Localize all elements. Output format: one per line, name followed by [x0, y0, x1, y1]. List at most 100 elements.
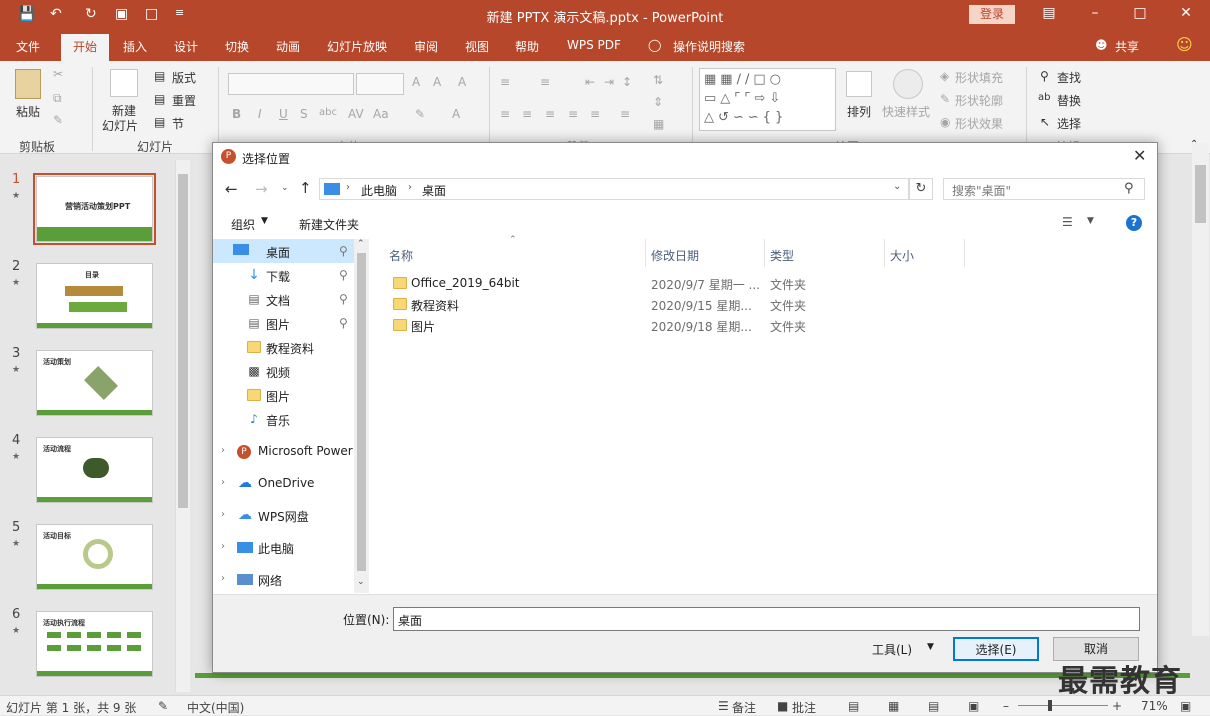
search-input[interactable]: 搜索"桌面" ⚲ [943, 178, 1145, 200]
cut-icon[interactable]: ✂ [53, 67, 63, 81]
nav-item-onedrive[interactable]: OneDrive [258, 476, 314, 490]
language-status[interactable]: 中文(中国) [187, 699, 244, 716]
columns-icon[interactable]: ≡ [590, 107, 600, 121]
justify-icon[interactable]: ≡ [568, 107, 578, 121]
new-folder-button[interactable]: 新建文件夹 [299, 216, 359, 233]
tab-help[interactable]: 帮助 [515, 38, 539, 55]
tab-wps-pdf[interactable]: WPS PDF [567, 38, 621, 52]
shape-effects-button[interactable]: 形状效果 [955, 115, 1003, 132]
nav-item-music[interactable]: 音乐 [266, 412, 290, 429]
login-button[interactable]: 登录 [969, 5, 1015, 24]
expand-icon[interactable]: › [221, 445, 225, 456]
zoom-in-icon[interactable]: + [1112, 699, 1122, 713]
view-dropdown-icon[interactable]: ▼ [1087, 216, 1094, 226]
tab-design[interactable]: 设计 [174, 38, 198, 55]
slideshow-icon[interactable]: ▣ [968, 699, 979, 713]
highlight-icon[interactable]: ✎ [415, 107, 425, 121]
ribbon-display-icon[interactable]: ▤ [1039, 5, 1059, 21]
font-size-select[interactable] [356, 73, 404, 95]
numbering-icon[interactable]: ≡ [540, 75, 550, 89]
scroll-thumb[interactable] [178, 174, 188, 508]
nav-item-documents[interactable]: 文档 [266, 292, 290, 309]
table-row[interactable]: 教程资料 2020/9/15 星期... 文件夹 [369, 294, 969, 314]
nav-scrollbar[interactable]: ⌃ ⌄ [354, 239, 369, 593]
align-left-icon[interactable]: ≡ [500, 107, 510, 121]
tab-view[interactable]: 视图 [465, 38, 489, 55]
editor-scrollbar[interactable] [1192, 143, 1209, 636]
spellcheck-icon[interactable]: ✎ [158, 699, 168, 713]
expand-icon[interactable]: › [221, 477, 225, 488]
decrease-indent-icon[interactable]: ⇤ [585, 75, 595, 89]
location-input[interactable]: 桌面 [393, 607, 1140, 631]
bold-icon[interactable]: B [232, 107, 241, 121]
increase-font-icon[interactable]: A [412, 75, 420, 89]
tab-review[interactable]: 审阅 [414, 38, 438, 55]
shadow-icon[interactable]: S [300, 107, 308, 121]
nav-item-downloads[interactable]: 下载 [266, 268, 290, 285]
shape-outline-button[interactable]: 形状轮廓 [955, 92, 1003, 109]
tab-transitions[interactable]: 切换 [225, 38, 249, 55]
replace-button[interactable]: 替换 [1057, 92, 1081, 109]
scroll-thumb[interactable] [357, 253, 366, 571]
column-header-type[interactable]: 类型 [770, 247, 794, 264]
italic-icon[interactable]: I [258, 107, 262, 121]
arrange-icon[interactable] [846, 71, 872, 97]
recent-dropdown-icon[interactable]: ⌄ [281, 183, 289, 193]
tab-file[interactable]: 文件 [16, 38, 40, 55]
change-case-icon[interactable]: Aa [373, 107, 389, 121]
slide-thumbnail[interactable]: 营销活动策划PPT [36, 176, 153, 242]
nav-item-this-pc[interactable]: 此电脑 [258, 540, 294, 557]
shapes-gallery[interactable]: ▦▦∕∕□○ ▭△⌜⌜⇨⇩ △↺∽∽{} [699, 68, 836, 131]
back-icon[interactable]: ← [225, 180, 238, 198]
view-options-icon[interactable]: ☰ [1062, 215, 1073, 229]
zoom-thumb[interactable] [1048, 700, 1052, 711]
font-color-icon[interactable]: A [452, 107, 460, 121]
slide-thumbnail[interactable]: 目录 [36, 263, 153, 329]
nav-item-ms-powerpoint[interactable]: Microsoft Power [258, 444, 353, 458]
nav-item-network[interactable]: 网络 [258, 572, 282, 589]
quick-styles-icon[interactable] [893, 69, 923, 99]
tab-slideshow[interactable]: 幻灯片放映 [327, 38, 387, 55]
tab-insert[interactable]: 插入 [123, 38, 147, 55]
new-slide-label-2[interactable]: 幻灯片 [102, 117, 138, 134]
close-icon[interactable]: ✕ [1176, 5, 1196, 21]
font-name-select[interactable] [228, 73, 354, 95]
expand-icon[interactable]: › [221, 573, 225, 584]
minimize-icon[interactable]: – [1085, 5, 1105, 21]
char-spacing-icon[interactable]: AV [348, 107, 364, 121]
address-bar[interactable]: › 此电脑 › 桌面 ⌄ [319, 178, 909, 200]
refresh-icon[interactable]: ↻ [909, 178, 933, 200]
smiley-icon[interactable]: ☺ [1176, 35, 1193, 54]
slide-sorter-icon[interactable]: ▦ [888, 699, 899, 713]
organize-button[interactable]: 组织 [231, 216, 255, 233]
tools-button[interactable]: 工具(L) [872, 641, 912, 658]
help-icon[interactable]: ? [1126, 215, 1142, 231]
share-button[interactable]: 共享 [1115, 38, 1139, 55]
line-spacing-icon[interactable]: ↕ [622, 75, 632, 89]
tab-animations[interactable]: 动画 [276, 38, 300, 55]
align-right-icon[interactable]: ≡ [545, 107, 555, 121]
tools-dropdown-icon[interactable]: ▼ [927, 642, 934, 652]
zoom-slider[interactable] [1018, 705, 1108, 706]
shape-fill-button[interactable]: 形状填充 [955, 69, 1003, 86]
new-slide-icon[interactable] [110, 69, 138, 97]
bullets-icon[interactable]: ≡ [500, 75, 510, 89]
section-button[interactable]: 节 [172, 115, 184, 132]
tell-me-search[interactable]: 操作说明搜索 [673, 38, 745, 55]
column-separator[interactable] [645, 239, 646, 267]
column-header-name[interactable]: 名称 [389, 247, 413, 264]
text-direction-icon[interactable]: ≡ [620, 107, 630, 121]
tab-home[interactable]: 开始 [61, 34, 109, 61]
search-icon[interactable]: ⚲ [1124, 181, 1134, 196]
reset-button[interactable]: 重置 [172, 92, 196, 109]
nav-item-pictures-folder[interactable]: 图片 [266, 388, 290, 405]
normal-view-icon[interactable]: ▤ [848, 699, 859, 713]
zoom-level[interactable]: 71% [1141, 699, 1168, 713]
align-center-icon[interactable]: ≡ [522, 107, 532, 121]
address-dropdown-icon[interactable]: ⌄ [893, 181, 901, 192]
paste-button[interactable]: 粘贴 [16, 103, 40, 120]
copy-icon[interactable]: ⧉ [53, 91, 62, 106]
column-separator[interactable] [764, 239, 765, 267]
breadcrumb-this-pc[interactable]: 此电脑 [361, 182, 397, 199]
column-header-size[interactable]: 大小 [890, 247, 914, 264]
